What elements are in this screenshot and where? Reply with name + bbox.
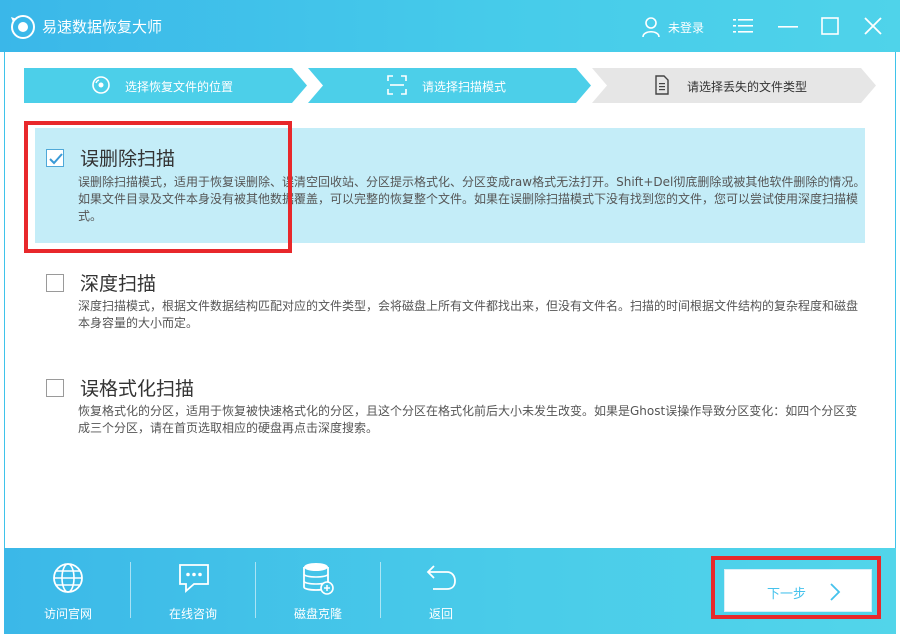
deep-scan-checkbox[interactable] (46, 274, 64, 292)
deep-scan-description: 深度扫描模式，根据文件数据结构匹配对应的文件类型，会将磁盘上所有文件都找出来，但… (78, 299, 859, 330)
step-1-label: 选择恢复文件的位置 (125, 80, 234, 94)
step-2: 请选择扫描模式 (308, 68, 591, 103)
highlight-box-option (24, 121, 292, 253)
step-3: 请选择丢失的文件类型 (592, 68, 876, 103)
user-icon[interactable] (641, 16, 661, 38)
back-arrow-icon (426, 565, 456, 590)
title-bar: 易速数据恢复大师 未登录 (0, 0, 900, 52)
minimize-icon[interactable] (778, 17, 798, 35)
chat-icon (179, 564, 209, 593)
step-progress-bar: 选择恢复文件的位置 请选择扫描模式 请选择丢失的文件类型 (24, 68, 876, 103)
footer-online-chat-label: 在线咨询 (168, 607, 217, 621)
option-format-scan[interactable]: 误格式化扫描 恢复格式化的分区，适用于恢复被快速格式化的分区，且这个分区在格式化… (46, 374, 857, 444)
footer-online-chat[interactable]: 在线咨询 (143, 548, 243, 634)
option-deep-scan[interactable]: 深度扫描 深度扫描模式，根据文件数据结构匹配对应的文件类型，会将磁盘上所有文件都… (46, 269, 858, 339)
format-scan-title: 误格式化扫描 (80, 378, 195, 400)
login-status-link[interactable]: 未登录 (668, 19, 704, 36)
footer-divider (130, 562, 131, 618)
footer-divider (255, 562, 256, 618)
format-scan-description: 恢复格式化的分区，适用于恢复被快速格式化的分区，且这个分区在格式化前后大小未发生… (78, 404, 858, 435)
footer-back-label: 返回 (428, 607, 453, 621)
menu-icon[interactable] (733, 17, 753, 35)
document-icon (655, 75, 669, 95)
maximize-icon[interactable] (821, 17, 839, 35)
footer-visit-website[interactable]: 访问官网 (18, 548, 118, 634)
footer-disk-clone-label: 磁盘克隆 (293, 607, 342, 621)
step-3-label: 请选择丢失的文件类型 (687, 80, 808, 94)
disk-clone-icon (303, 563, 334, 595)
footer-back[interactable]: 返回 (391, 548, 491, 634)
deep-scan-title: 深度扫描 (80, 273, 157, 295)
app-logo-icon (11, 15, 35, 39)
app-window: 易速数据恢复大师 未登录 选择恢复文件的位置 请选择扫描模式 请选择丢失的文件类… (0, 0, 900, 638)
footer-visit-website-label: 访问官网 (43, 607, 92, 621)
scan-icon (387, 75, 407, 95)
close-icon[interactable] (863, 16, 883, 36)
footer-divider (380, 562, 381, 618)
footer-disk-clone[interactable]: 磁盘克隆 (268, 548, 368, 634)
disc-icon (92, 76, 110, 94)
step-1: 选择恢复文件的位置 (24, 68, 307, 103)
highlight-box-next (711, 556, 881, 619)
app-title: 易速数据恢复大师 (42, 18, 163, 36)
format-scan-checkbox[interactable] (46, 379, 64, 397)
step-2-label: 请选择扫描模式 (422, 80, 507, 94)
globe-icon (53, 563, 83, 593)
